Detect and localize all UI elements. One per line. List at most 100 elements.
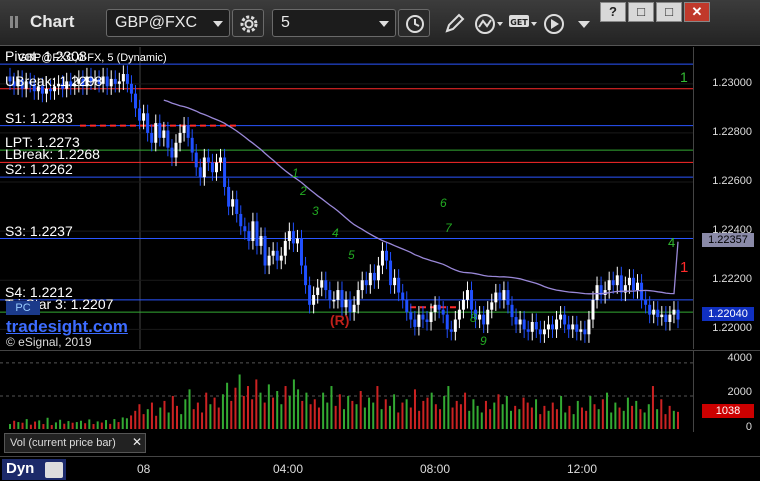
settings-button[interactable] — [232, 9, 264, 37]
volume-pane[interactable] — [0, 350, 693, 432]
candle-body — [243, 226, 247, 232]
candle-body — [291, 231, 295, 244]
volume-bar — [347, 395, 350, 429]
volume-bar — [589, 395, 592, 429]
studies-icon[interactable] — [474, 12, 504, 36]
close-button[interactable]: ✕ — [684, 2, 710, 22]
volume-bar — [497, 394, 500, 429]
candle-body — [445, 314, 449, 330]
candle-body — [453, 319, 457, 332]
volume-bar — [288, 395, 291, 429]
play-icon[interactable] — [542, 12, 566, 36]
candle-body — [389, 260, 393, 286]
candle-body — [546, 324, 550, 330]
candle-body — [563, 314, 567, 325]
volume-bar — [647, 404, 650, 429]
volume-bar — [380, 409, 383, 429]
candle-body — [368, 272, 372, 286]
volume-bar — [71, 422, 74, 429]
volume-bar — [272, 397, 275, 429]
candle-body — [308, 285, 312, 305]
candle-body — [328, 290, 332, 300]
volume-bar — [105, 420, 108, 429]
volume-caption[interactable]: Vol (current price bar) ✕ — [4, 433, 146, 453]
volume-bar — [568, 405, 571, 429]
volume-bar — [21, 422, 24, 429]
candle-body — [142, 113, 146, 121]
candle-body — [170, 147, 174, 158]
volume-bar — [539, 414, 542, 429]
time-template-button[interactable] — [398, 9, 430, 37]
volume-chart[interactable] — [0, 351, 693, 432]
volume-bar — [656, 409, 659, 429]
candle-body — [109, 78, 113, 87]
volume-bar — [25, 419, 28, 429]
dropdown-icon[interactable] — [572, 12, 596, 36]
volume-bar — [334, 405, 337, 429]
candle-body — [283, 240, 287, 256]
close-icon[interactable]: ✕ — [132, 435, 142, 449]
maximize-button[interactable]: □ — [656, 2, 682, 22]
level-label: S1: 1.2283 — [5, 109, 73, 126]
volume-bar — [234, 387, 237, 429]
volume-bar — [443, 395, 446, 429]
volume-bar — [372, 402, 375, 429]
volume-bar — [138, 404, 141, 429]
level-label: S2: 1.2262 — [5, 161, 73, 178]
candle-body — [526, 329, 530, 332]
symbol-selector[interactable]: GBP@FXC — [106, 9, 230, 37]
price-pane[interactable]: 123456789 Pivot: 1.2308 UBreak: 1.2298 S1:… — [0, 47, 693, 349]
volume-bar — [422, 400, 425, 429]
price-tick-label: 1.22200 — [712, 273, 752, 286]
get-data-icon[interactable]: GET — [508, 12, 538, 36]
volume-bar — [213, 397, 216, 429]
volume-bar — [535, 399, 538, 429]
chart-toolbar: Chart GBP@FXC 5 GET ? □ □ ✕ — [0, 0, 760, 46]
volume-bar — [505, 395, 508, 429]
candle-body — [202, 157, 206, 178]
level-label: LBreak: 1.2268 — [5, 146, 100, 163]
interval-selector[interactable]: 5 — [272, 9, 396, 37]
volume-bar — [155, 415, 158, 429]
vol-tick-4000: 4000 — [727, 352, 752, 364]
candle-body — [316, 287, 320, 295]
volume-bar — [267, 384, 270, 429]
help-button[interactable]: ? — [600, 2, 626, 22]
moving-average-line — [163, 99, 679, 295]
volume-bar — [221, 394, 224, 429]
volume-bar — [363, 407, 366, 429]
minimize-button[interactable]: □ — [628, 2, 654, 22]
volume-bar — [54, 422, 57, 429]
candle-body — [113, 78, 117, 84]
volume-bar — [205, 392, 208, 429]
volume-axis[interactable]: 4000 2000 0 1038 — [693, 350, 760, 433]
volume-bar — [251, 399, 254, 429]
pencil-icon[interactable] — [442, 12, 466, 36]
volume-bar — [163, 400, 166, 429]
candle-body — [648, 304, 652, 315]
price-tick-label: 1.22600 — [712, 175, 752, 188]
volume-caption-text: Vol (current price bar) — [10, 437, 116, 449]
candle-body — [356, 290, 360, 305]
dynamic-mode-button[interactable]: Dyn — [2, 459, 66, 480]
candle-body — [360, 280, 364, 291]
volume-bar — [660, 399, 663, 429]
candle-body — [324, 280, 328, 291]
candle-body — [502, 290, 506, 300]
volume-bar — [626, 397, 629, 429]
volume-bar — [146, 409, 149, 429]
volume-bar — [171, 395, 174, 429]
volume-bar — [635, 400, 638, 429]
price-axis[interactable]: 1.23000 1.22800 1.22600 1.22400 1.22200 1.220… — [693, 47, 760, 349]
volume-bar — [246, 386, 249, 429]
volume-bar — [547, 410, 550, 429]
volume-bar — [209, 404, 212, 429]
candle-body — [125, 74, 129, 84]
volume-bar — [401, 402, 404, 429]
candle-body — [352, 304, 356, 313]
candle-body — [437, 304, 441, 310]
volume-bar — [530, 407, 533, 429]
volume-bar — [167, 412, 170, 429]
candle-body — [304, 265, 308, 286]
time-axis[interactable]: Dyn 08 04:00 08:00 12:00 — [0, 456, 760, 481]
